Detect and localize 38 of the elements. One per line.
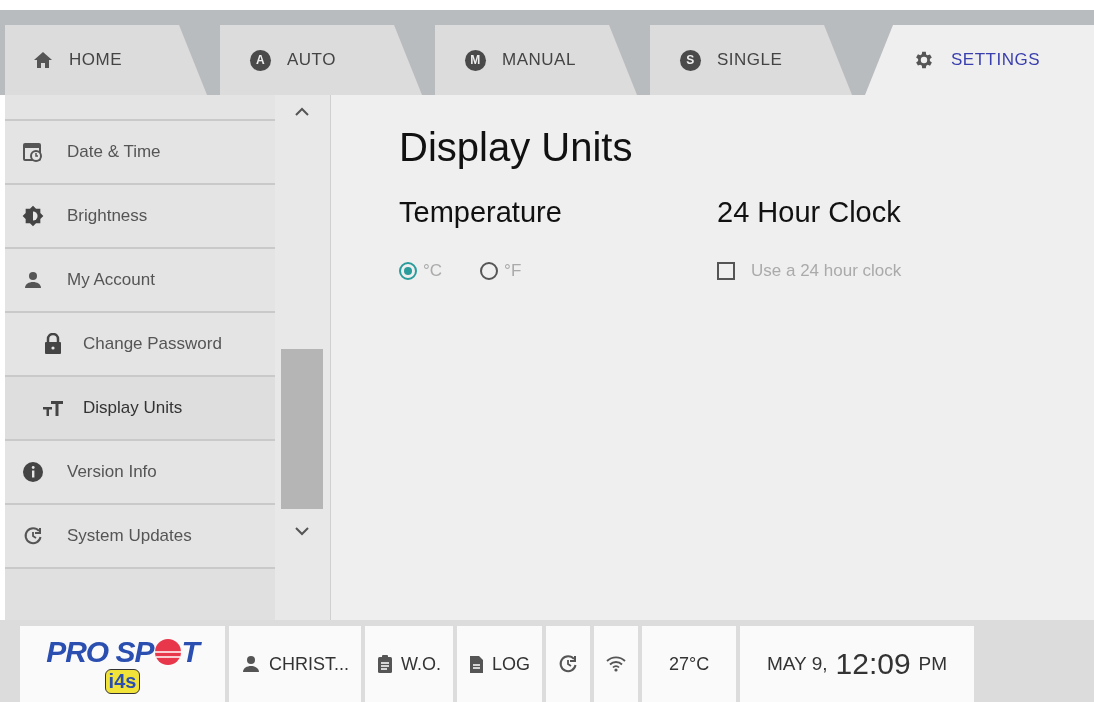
sidebar-item[interactable]: Brightness — [5, 185, 275, 249]
info-icon — [22, 461, 44, 483]
date-time-display: MAY 9, 12:09 PM — [740, 626, 975, 702]
document-icon — [469, 654, 484, 674]
wifi-icon — [606, 656, 627, 672]
text-size-icon — [42, 399, 64, 417]
lock-icon — [44, 333, 62, 355]
scrollbar-thumb[interactable] — [281, 349, 323, 509]
brand-logo: PRO SP T i4s — [20, 626, 225, 702]
sidebar-item[interactable]: Date & Time — [5, 121, 275, 185]
user-button[interactable]: CHRIST... — [229, 626, 361, 702]
brightness-icon — [22, 205, 44, 227]
clipboard-icon — [377, 654, 393, 674]
sidebar-item[interactable]: System Updates — [5, 505, 275, 569]
settings-icon — [913, 49, 935, 71]
update-icon — [23, 526, 43, 546]
temperature-reading: 27°C — [642, 626, 737, 702]
person-icon — [23, 270, 43, 290]
person-icon — [241, 654, 261, 674]
scroll-down-icon[interactable] — [295, 527, 309, 536]
update-icon — [558, 654, 579, 674]
calendar-clock-icon — [22, 141, 44, 163]
ball-icon — [153, 637, 182, 666]
tab[interactable]: SETTINGS — [865, 25, 1094, 95]
section-heading: Temperature — [399, 196, 563, 229]
work-order-button[interactable]: W.O. — [365, 626, 453, 702]
letter-circle-icon: M — [465, 49, 486, 71]
letter-circle-icon: S — [680, 49, 701, 71]
scroll-up-icon[interactable] — [295, 107, 309, 116]
sidebar-item[interactable]: My Account — [5, 249, 275, 313]
section-heading: 24 Hour Clock — [717, 196, 902, 229]
log-button[interactable]: LOG — [457, 626, 543, 702]
update-button[interactable] — [546, 626, 591, 702]
home-icon — [33, 51, 53, 69]
sidebar-item[interactable]: Version Info — [5, 441, 275, 505]
letter-circle-icon: A — [250, 49, 271, 71]
sidebar-item[interactable]: Change Password — [5, 313, 275, 377]
page-title: Display Units — [399, 125, 634, 170]
